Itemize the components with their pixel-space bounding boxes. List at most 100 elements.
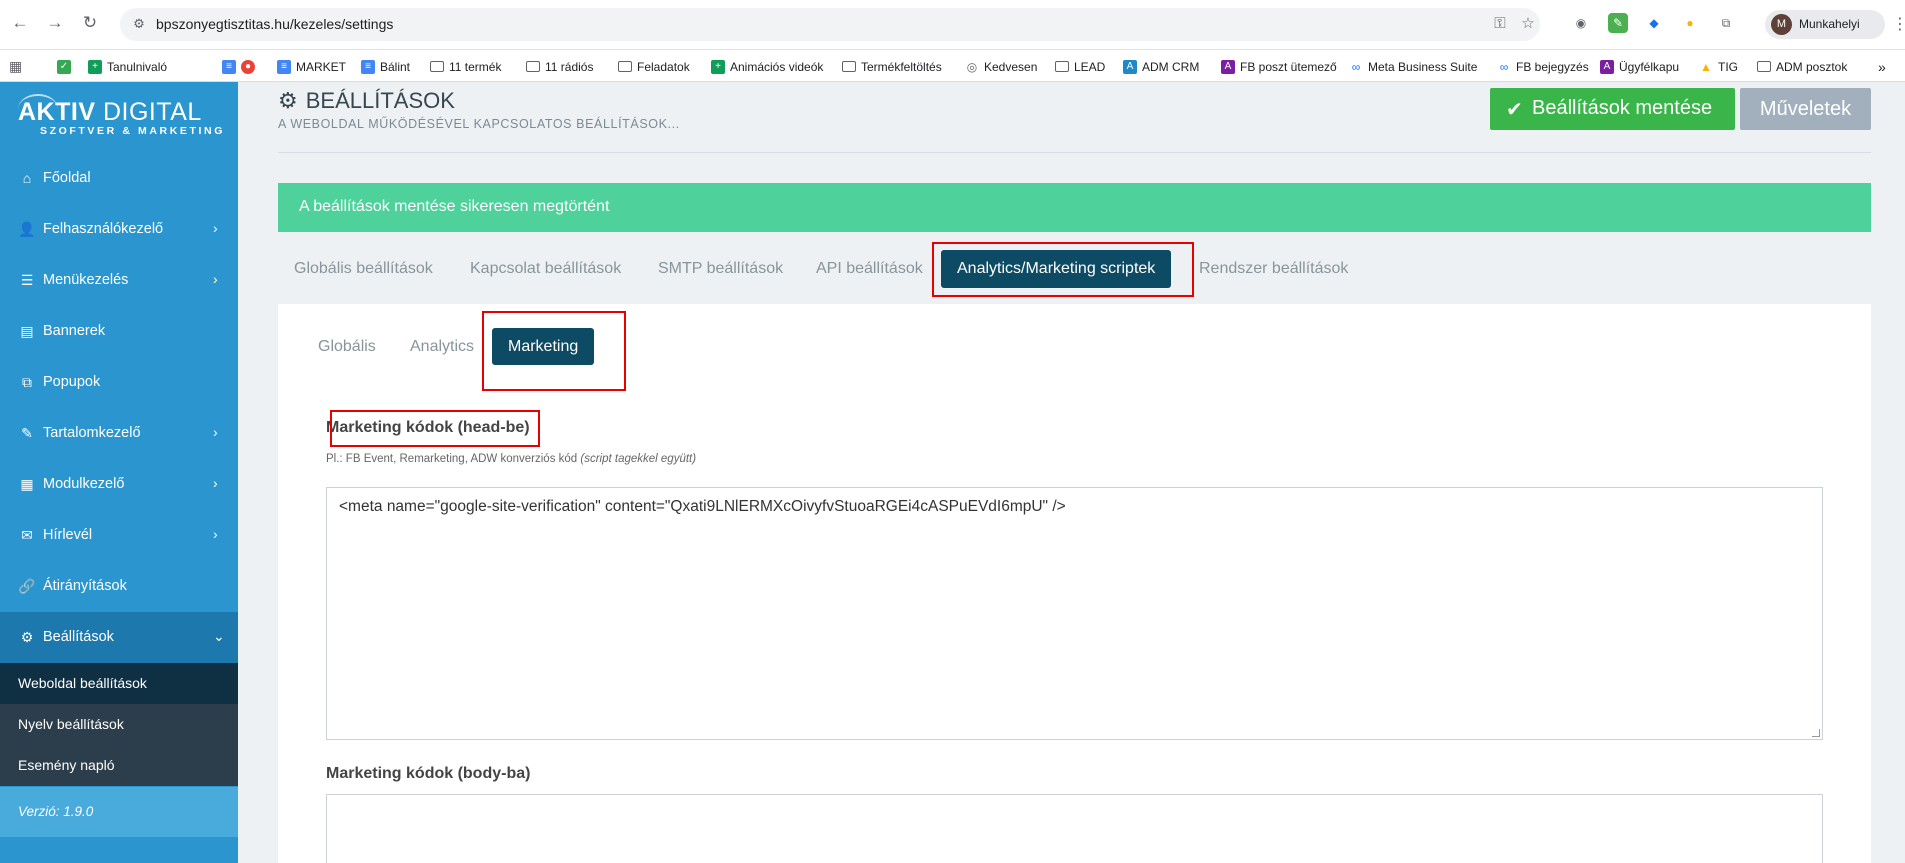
extension-icon[interactable]: ✎ — [1608, 13, 1628, 33]
chevron-right-icon: › — [213, 271, 218, 287]
chevron-down-icon: ⌄ — [213, 628, 225, 644]
logo[interactable]: AKTIV DIGITAL SZOFTVER & MARKETING — [18, 94, 228, 148]
badge-extension-icon[interactable]: ● — [1680, 13, 1700, 33]
bookmark-folder[interactable]: Feladatok — [618, 58, 690, 75]
head-code-textarea[interactable]: <meta name="google-site-verification" co… — [326, 487, 1823, 740]
success-alert: A beállítások mentése sikeresen megtörté… — [278, 183, 1871, 232]
sidebar-item-modules[interactable]: ▦ Modulkezelő › — [0, 459, 238, 510]
url-text[interactable]: bpszonyegtisztitas.hu/kezeles/settings — [156, 16, 393, 32]
camera-icon[interactable]: ◉ — [1571, 13, 1591, 33]
sidebar-item-users[interactable]: 👤 Felhasználókezelő › — [0, 204, 238, 255]
bookmark-item[interactable]: ▲ TIG — [1699, 58, 1738, 75]
bookmark-check-icon[interactable]: ✓ — [57, 58, 71, 75]
apps-grid-icon[interactable]: ▦ — [9, 58, 22, 75]
browser-toolbar: ← → ↻ ⚙ bpszonyegtisztitas.hu/kezeles/se… — [0, 0, 1905, 50]
bookmark-item[interactable]: ◎ Kedvesen — [965, 58, 1038, 75]
save-settings-button[interactable]: ✔ Beállítások mentése — [1490, 88, 1735, 130]
bookmark-folder[interactable]: 11 rádiós — [526, 58, 593, 75]
folder-icon — [526, 61, 540, 72]
profile-name: Munkahelyi — [1799, 17, 1860, 31]
sidebar-item-banners[interactable]: ▤ Bannerek — [0, 306, 238, 357]
page-title: ⚙ BEÁLLÍTÁSOK — [278, 88, 455, 113]
sidebar-item-home[interactable]: ⌂ Főoldal — [0, 153, 238, 204]
grid-icon: ▦ — [20, 476, 34, 492]
bookmark-item[interactable]: ≡ Bálint — [361, 58, 410, 75]
popup-icon: ⧉ — [22, 374, 32, 390]
bookmark-item[interactable]: A FB poszt ütemező — [1221, 58, 1337, 75]
password-key-icon[interactable]: ⚿ — [1490, 14, 1510, 34]
highlight-box-subtab — [482, 311, 626, 391]
bookmark-folder[interactable]: ADM posztok — [1757, 58, 1847, 75]
tag-extension-icon[interactable]: ◆ — [1644, 13, 1664, 33]
banner-icon: ▤ — [20, 323, 34, 339]
browser-menu-icon[interactable]: ⋮ — [1892, 14, 1905, 34]
sidebar: AKTIV DIGITAL SZOFTVER & MARKETING ⌂ Főo… — [0, 82, 238, 863]
gear-icon: ⚙ — [278, 88, 298, 113]
envelope-icon: ✉ — [21, 527, 33, 543]
bookmark-item[interactable]: ∞ Meta Business Suite — [1349, 58, 1478, 75]
divider — [278, 152, 1871, 153]
site-settings-icon[interactable]: ⚙ — [130, 15, 148, 33]
page-subtitle: A WEBOLDAL MŰKÖDÉSÉVEL KAPCSOLATOS BEÁLL… — [278, 117, 680, 131]
bookmark-star-icon[interactable]: ☆ — [1518, 14, 1538, 34]
folder-icon — [618, 61, 632, 72]
back-icon[interactable]: ← — [9, 12, 31, 34]
chevron-right-icon: › — [213, 220, 218, 236]
list-icon: ☰ — [20, 272, 34, 288]
folder-icon — [1055, 61, 1069, 72]
folder-icon — [430, 61, 444, 72]
body-code-textarea[interactable] — [326, 794, 1823, 863]
cogs-icon: ⚙ — [20, 629, 34, 645]
resize-handle-icon[interactable] — [1812, 729, 1820, 737]
highlight-box-label — [330, 410, 540, 447]
bookmark-folder[interactable]: 11 termék — [430, 58, 501, 75]
bookmark-item[interactable]: + Animációs videók — [711, 58, 823, 75]
folder-icon — [1757, 61, 1771, 72]
reload-icon[interactable]: ↻ — [79, 12, 101, 34]
sidebar-item-menus[interactable]: ☰ Menükezelés › — [0, 255, 238, 306]
sidebar-subitem-language-settings[interactable]: Nyelv beállítások — [0, 704, 238, 745]
subtab-global[interactable]: Globális — [318, 328, 376, 365]
subtab-analytics[interactable]: Analytics — [410, 328, 474, 365]
sidebar-item-redirects[interactable]: 🔗 Átirányítások — [0, 561, 238, 612]
bookmark-folder[interactable]: LEAD — [1055, 58, 1105, 75]
chevron-right-icon: › — [213, 475, 218, 491]
bookmark-doc-icon[interactable]: ≡ ● — [222, 58, 255, 75]
tab-api-settings[interactable]: API beállítások — [816, 250, 923, 288]
tab-global-settings[interactable]: Globális beállítások — [294, 250, 433, 288]
home-icon: ⌂ — [22, 170, 32, 186]
folder-icon — [842, 61, 856, 72]
users-icon: 👤 — [18, 221, 36, 237]
sidebar-subitem-website-settings[interactable]: Weboldal beállítások — [0, 663, 238, 704]
bookmark-item[interactable]: ∞ FB bejegyzés — [1497, 58, 1589, 75]
main-content: ⚙ BEÁLLÍTÁSOK A WEBOLDAL MŰKÖDÉSÉVEL KAP… — [238, 82, 1905, 863]
sidebar-item-settings[interactable]: ⚙ Beállítások ⌄ — [0, 612, 238, 663]
sidebar-item-newsletter[interactable]: ✉ Hírlevél › — [0, 510, 238, 561]
bookmarks-bar: ▦ ✓ + Tanulnivaló ≡ ● ≡ MARKET ≡ Bálint 11 t… — [0, 50, 1905, 82]
sidebar-subitem-event-log[interactable]: Esemény napló — [0, 745, 238, 786]
bookmark-item[interactable]: + Tanulnivaló — [88, 58, 167, 75]
tab-system-settings[interactable]: Rendszer beállítások — [1199, 250, 1348, 288]
link-icon: 🔗 — [18, 578, 36, 594]
operations-button[interactable]: Műveletek — [1740, 88, 1871, 130]
extensions-puzzle-icon[interactable]: ⧉ — [1716, 13, 1736, 33]
chevron-right-icon: › — [213, 526, 218, 542]
address-bar[interactable]: ⚙ bpszonyegtisztitas.hu/kezeles/settings… — [120, 8, 1540, 41]
check-icon: ✔ — [1506, 99, 1523, 121]
tab-contact-settings[interactable]: Kapcsolat beállítások — [470, 250, 621, 288]
more-bookmarks-icon[interactable]: » — [1878, 58, 1886, 75]
avatar: M — [1771, 14, 1792, 35]
bookmark-item[interactable]: A Ügyfélkapu — [1600, 58, 1679, 75]
tab-smtp-settings[interactable]: SMTP beállítások — [658, 250, 783, 288]
bookmark-item[interactable]: A ADM CRM — [1123, 58, 1199, 75]
bookmark-folder[interactable]: Termékfeltöltés — [842, 58, 942, 75]
sidebar-item-content[interactable]: ✎ Tartalomkezelő › — [0, 408, 238, 459]
version-label: Verzió: 1.9.0 — [0, 787, 238, 837]
forward-icon[interactable]: → — [44, 12, 66, 34]
head-code-hint: Pl.: FB Event, Remarketing, ADW konverzi… — [326, 453, 697, 465]
sidebar-item-popups[interactable]: ⧉ Popupok — [0, 357, 238, 408]
profile-button[interactable]: M Munkahelyi — [1765, 10, 1885, 39]
highlight-box-tab — [932, 242, 1194, 297]
body-code-label: Marketing kódok (body-ba) — [326, 765, 531, 782]
bookmark-item[interactable]: ≡ MARKET — [277, 58, 346, 75]
